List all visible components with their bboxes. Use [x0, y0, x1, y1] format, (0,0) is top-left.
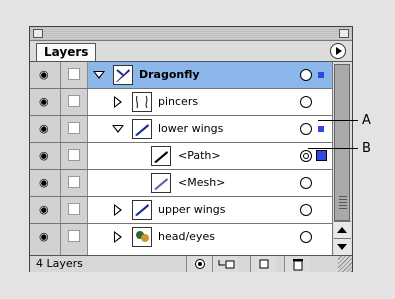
lock-box	[68, 95, 80, 107]
lock-toggle[interactable]	[61, 224, 88, 255]
panel-bottom-bar: 4 Layers	[30, 255, 352, 272]
layer-name: lower wings	[158, 122, 224, 135]
eye-icon: ◉	[39, 203, 49, 216]
lock-box	[68, 122, 80, 134]
target-circle-icon[interactable]	[300, 69, 312, 81]
lock-box	[68, 203, 80, 215]
target-double-circle-icon[interactable]	[300, 150, 312, 162]
scroll-thumb[interactable]	[334, 64, 350, 221]
layer-row-path[interactable]: ◉ <Path>	[30, 143, 332, 170]
visibility-toggle[interactable]: ◉	[30, 170, 61, 196]
target-circle-icon[interactable]	[300, 204, 312, 216]
eye-icon: ◉	[39, 95, 49, 108]
layer-thumbnail	[132, 92, 152, 112]
tab-layers[interactable]: Layers	[36, 43, 97, 61]
layers-panel: Layers ◉ Dragonfly ◉ pincers ◉ lower win…	[29, 26, 353, 272]
layer-name: upper wings	[158, 203, 226, 216]
visibility-toggle[interactable]: ◉	[30, 116, 61, 142]
layer-count: 4 Layers	[36, 257, 83, 270]
lock-box	[68, 149, 80, 161]
lock-toggle[interactable]	[61, 143, 88, 169]
visibility-toggle[interactable]: ◉	[30, 143, 61, 169]
lock-box	[68, 230, 80, 242]
lock-box	[68, 68, 80, 80]
visibility-toggle[interactable]: ◉	[30, 224, 61, 255]
lock-toggle[interactable]	[61, 170, 88, 196]
delete-layer-button[interactable]	[284, 256, 310, 272]
layer-name: <Path>	[178, 149, 221, 162]
layer-thumbnail	[132, 200, 152, 220]
close-box-icon[interactable]	[33, 29, 43, 38]
layer-list: ◉ Dragonfly ◉ pincers ◉ lower wings ◉ <P…	[30, 62, 332, 255]
layer-row-head-eyes[interactable]: ◉ head/eyes	[30, 224, 332, 255]
layer-row-mesh[interactable]: ◉ <Mesh>	[30, 170, 332, 197]
collapse-box-icon[interactable]	[339, 29, 349, 38]
visibility-toggle[interactable]: ◉	[30, 89, 61, 115]
callout-label-a: A	[362, 113, 371, 128]
callout-line-b	[308, 148, 358, 149]
selection-square-icon[interactable]	[318, 126, 324, 132]
lock-box	[68, 176, 80, 188]
expand-triangle-icon[interactable]	[114, 231, 122, 243]
eye-icon: ◉	[39, 176, 49, 189]
lock-toggle[interactable]	[61, 62, 88, 88]
expand-triangle-icon[interactable]	[112, 125, 124, 133]
resize-grip-icon[interactable]	[338, 256, 352, 272]
lock-toggle[interactable]	[61, 89, 88, 115]
layer-row-dragonfly[interactable]: ◉ Dragonfly	[30, 62, 332, 89]
target-circle-icon[interactable]	[300, 231, 312, 243]
target-circle-icon[interactable]	[300, 177, 312, 189]
panel-tab-row: Layers	[30, 41, 352, 62]
eye-icon: ◉	[39, 230, 49, 243]
callout-line-a	[318, 120, 358, 121]
grip-icon	[339, 195, 347, 209]
panel-titlebar[interactable]	[30, 27, 352, 41]
eye-icon: ◉	[39, 122, 49, 135]
scroll-up-icon[interactable]	[334, 221, 351, 238]
layer-thumbnail	[151, 146, 171, 166]
panel-menu-button[interactable]	[330, 43, 346, 59]
layer-name: head/eyes	[158, 230, 215, 243]
layer-thumbnail	[132, 227, 152, 247]
visibility-toggle[interactable]: ◉	[30, 197, 61, 223]
expand-triangle-icon[interactable]	[114, 204, 122, 216]
selection-square-icon[interactable]	[318, 72, 324, 78]
layers-scrollbar[interactable]	[332, 62, 352, 255]
create-new-layer-button[interactable]	[250, 256, 276, 272]
layer-row-pincers[interactable]: ◉ pincers	[30, 89, 332, 116]
eye-icon: ◉	[39, 68, 49, 81]
lock-toggle[interactable]	[61, 116, 88, 142]
visibility-toggle[interactable]: ◉	[30, 62, 61, 88]
selection-square-icon[interactable]	[316, 150, 327, 161]
layer-name: Dragonfly	[139, 68, 200, 81]
layer-thumbnail	[151, 173, 171, 193]
layer-name: <Mesh>	[178, 176, 226, 189]
expand-triangle-icon[interactable]	[114, 96, 122, 108]
expand-triangle-icon[interactable]	[93, 71, 105, 79]
layer-name: pincers	[158, 95, 199, 108]
create-new-sublayer-button[interactable]	[212, 256, 238, 272]
layer-row-upper-wings[interactable]: ◉ upper wings	[30, 197, 332, 224]
callout-label-b: B	[362, 141, 371, 156]
scroll-down-icon[interactable]	[334, 238, 351, 255]
target-circle-icon[interactable]	[300, 123, 312, 135]
layer-thumbnail	[113, 65, 133, 85]
lock-toggle[interactable]	[61, 197, 88, 223]
eye-icon: ◉	[39, 149, 49, 162]
target-circle-icon[interactable]	[300, 96, 312, 108]
make-clipping-mask-button[interactable]	[186, 256, 212, 272]
layer-thumbnail	[132, 119, 152, 139]
layer-row-lower-wings[interactable]: ◉ lower wings	[30, 116, 332, 143]
